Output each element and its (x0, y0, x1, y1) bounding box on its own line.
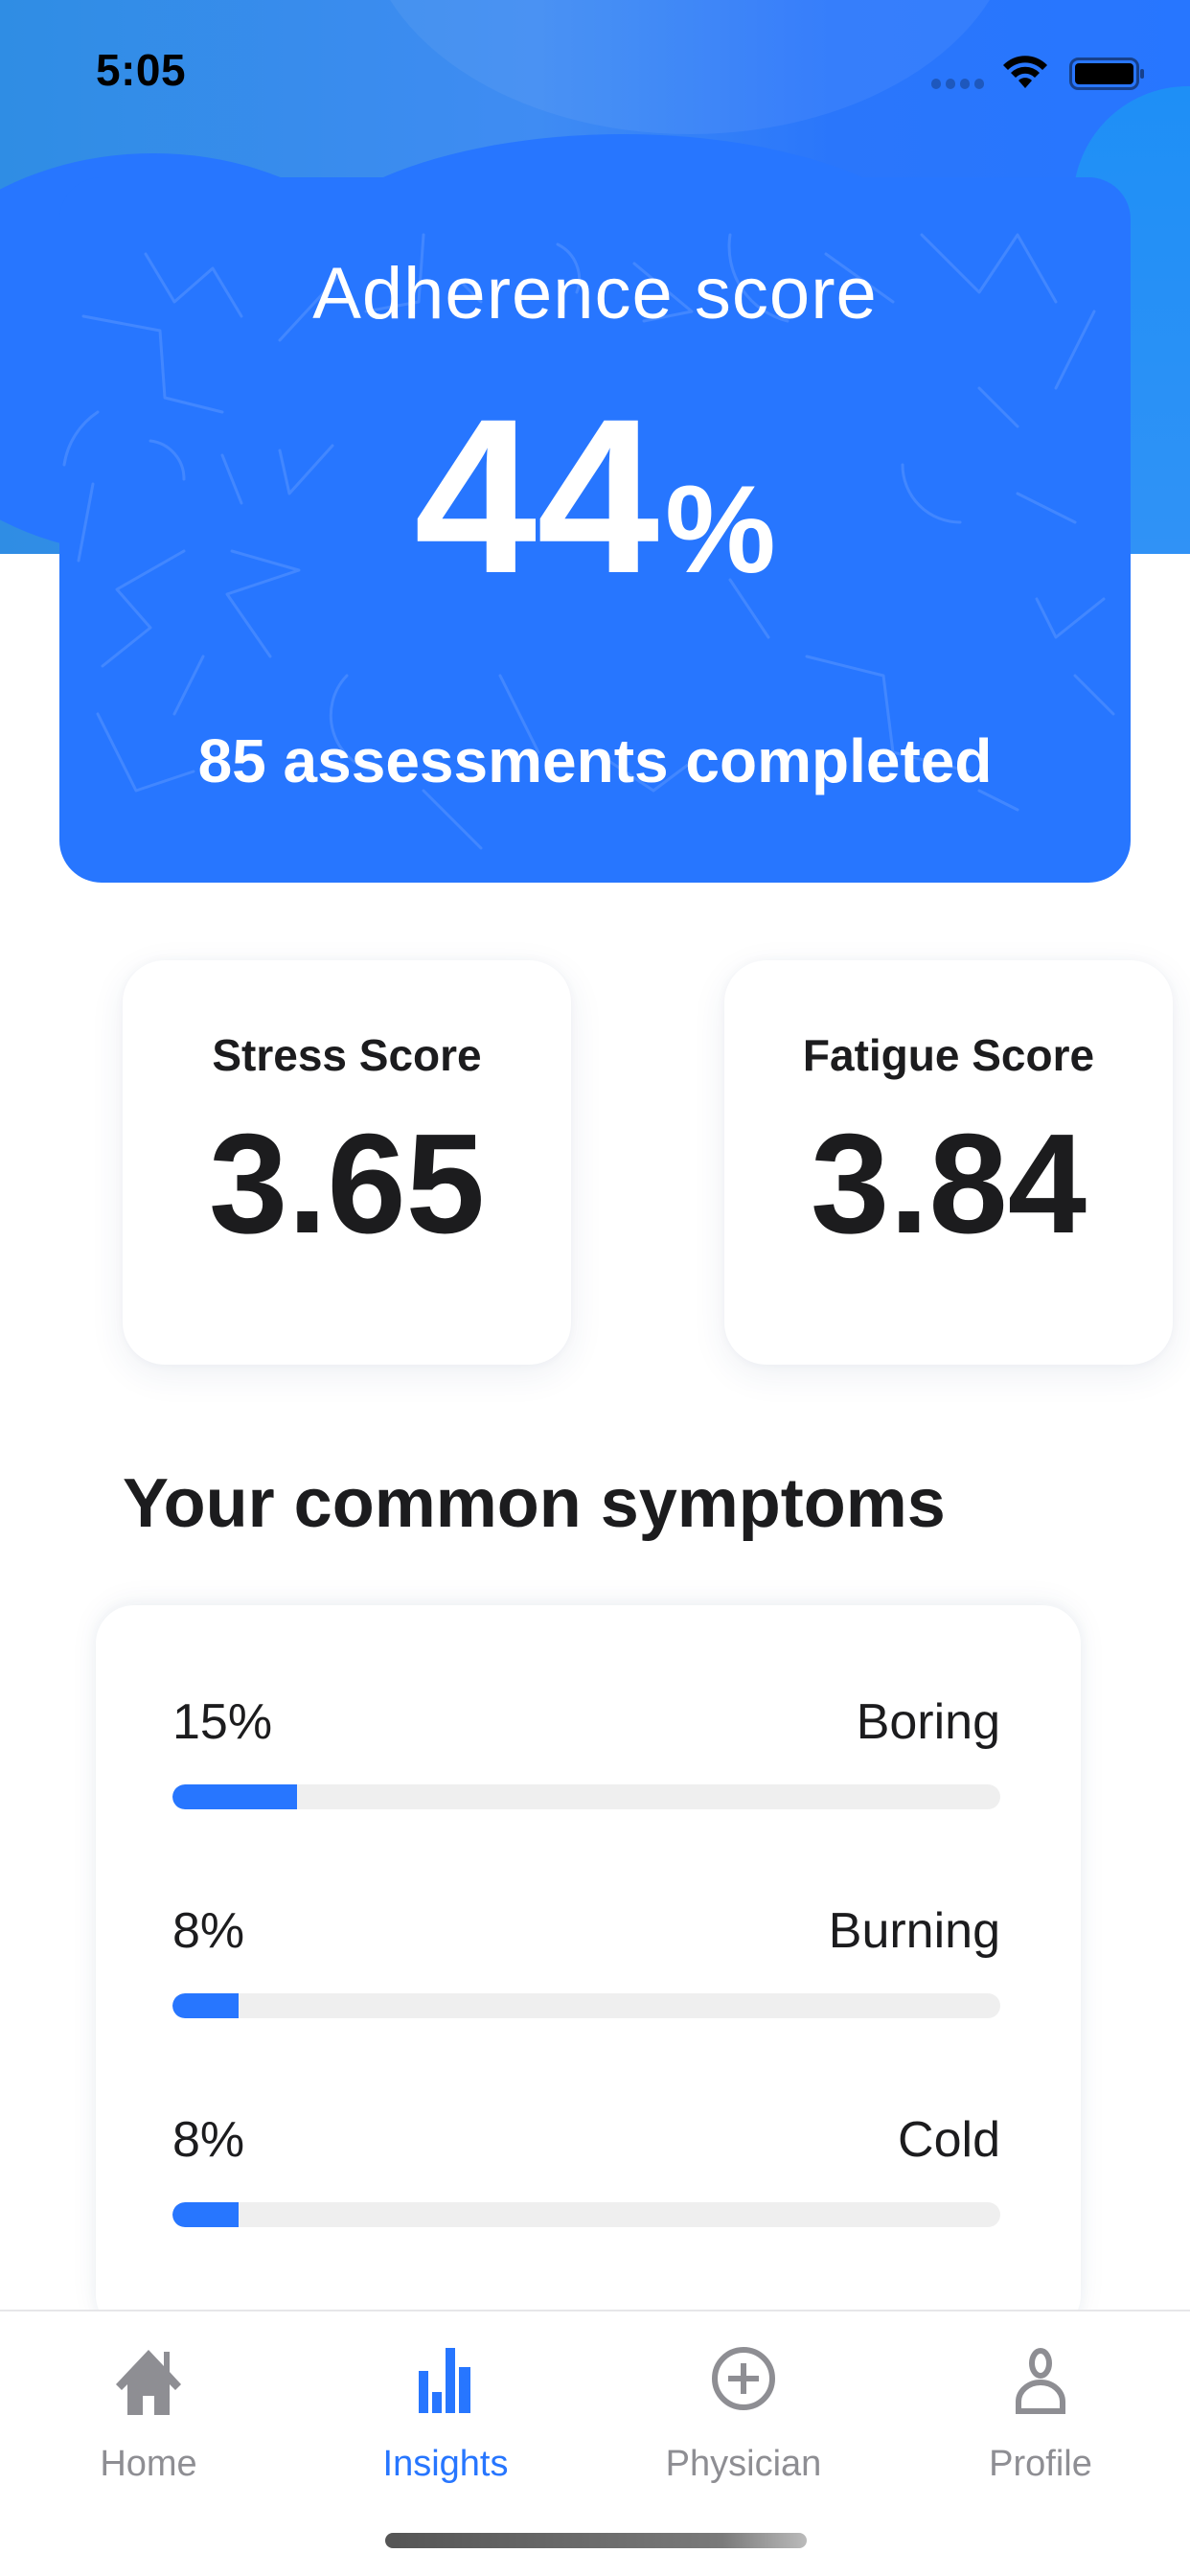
symptom-row: 8% Cold (172, 2111, 1000, 2236)
tab-profile[interactable]: Profile (926, 2331, 1156, 2484)
person-icon (1016, 2348, 1065, 2414)
adherence-unit: % (665, 459, 776, 599)
symptom-progress-track (172, 2202, 1000, 2227)
adherence-value: 44% (59, 386, 1131, 607)
symptom-percent: 8% (172, 2112, 245, 2168)
home-indicator[interactable] (385, 2533, 807, 2548)
symptom-progress-fill (172, 1784, 297, 1809)
assessments-completed: 85 assessments completed (197, 726, 993, 795)
battery-icon (1069, 58, 1144, 90)
fatigue-score-card[interactable]: Fatigue Score 3.84 (724, 960, 1173, 1365)
tab-home[interactable]: Home (34, 2331, 263, 2484)
plus-circle-icon (712, 2347, 775, 2410)
symptom-progress-fill (172, 2202, 240, 2227)
bar-chart-icon (419, 2348, 470, 2413)
symptom-name: Burning (828, 1903, 1000, 1959)
wifi-icon (1003, 56, 1047, 88)
symptom-row: 15% Boring (172, 1693, 1000, 1818)
adherence-score-card: Adherence score 44% 85 assessments compl… (59, 177, 1131, 883)
status-time: 5:05 (96, 45, 187, 95)
symptom-percent: 15% (172, 1694, 273, 1750)
stress-score-label: Stress Score (212, 1030, 482, 1080)
stress-score-card[interactable]: Stress Score 3.65 (123, 960, 571, 1365)
symptoms-card: 15% Boring 8% Burning 8% Cold (96, 1605, 1081, 2334)
signal-icon (931, 79, 984, 89)
symptom-percent: 8% (172, 1903, 245, 1959)
symptom-row: 8% Burning (172, 1902, 1000, 2027)
tab-label: Profile (989, 2444, 1092, 2484)
fatigue-score-value: 3.84 (810, 1105, 1087, 1263)
adherence-title: Adherence score (312, 253, 878, 334)
adherence-number: 44 (414, 373, 660, 619)
fatigue-score-label: Fatigue Score (802, 1030, 1095, 1080)
stress-score-value: 3.65 (208, 1105, 486, 1263)
symptom-progress-track (172, 1784, 1000, 1809)
tab-label: Home (100, 2444, 197, 2484)
symptom-name: Boring (856, 1694, 1000, 1750)
symptom-name: Cold (898, 2112, 1000, 2168)
tab-label: Physician (665, 2444, 822, 2484)
tab-physician[interactable]: Physician (629, 2331, 858, 2484)
symptom-progress-fill (172, 1993, 240, 2018)
symptoms-section-title: Your common symptoms (123, 1465, 946, 1542)
home-icon (116, 2350, 181, 2415)
tab-insights[interactable]: Insights (331, 2331, 561, 2484)
status-bar: 5:05 (0, 0, 1190, 144)
tab-label: Insights (382, 2444, 509, 2484)
symptom-progress-track (172, 1993, 1000, 2018)
